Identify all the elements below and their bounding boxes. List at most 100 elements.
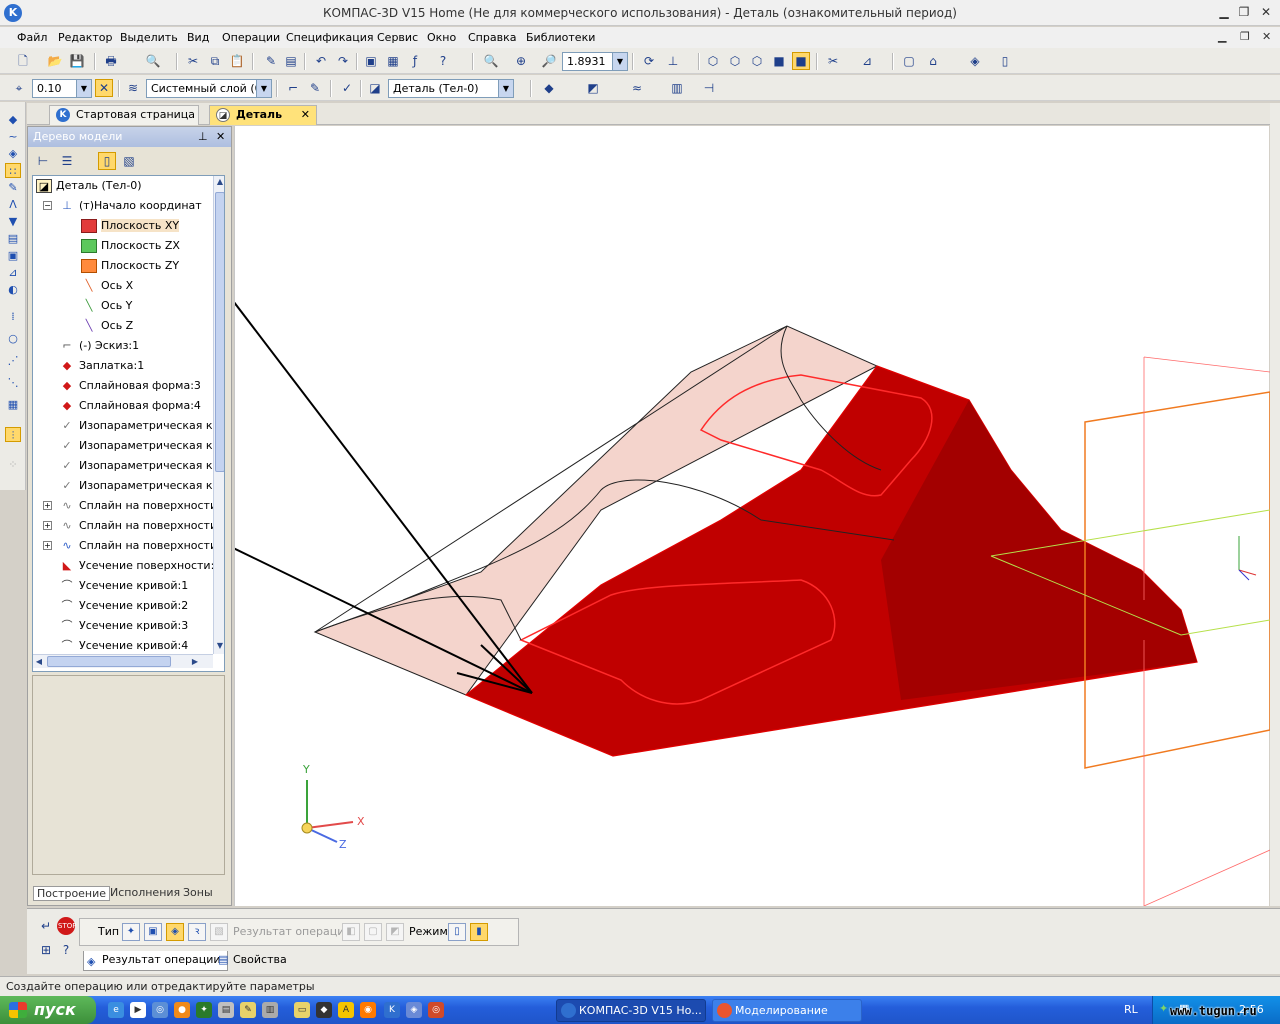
tab-properties[interactable]: ▤ Свойства bbox=[215, 951, 287, 971]
scroll-right-icon[interactable]: ▶ bbox=[189, 656, 201, 668]
media-icon[interactable]: ▶ bbox=[130, 1002, 146, 1018]
tree-list-icon[interactable]: ☰ bbox=[58, 152, 76, 170]
tool-icon[interactable]: ✦ bbox=[196, 1002, 212, 1018]
tree-item[interactable]: ╲ Ось Z bbox=[81, 316, 134, 336]
tab-executions[interactable]: Исполнения bbox=[110, 886, 180, 899]
zoom-all-icon[interactable]: ⊕ bbox=[512, 52, 530, 70]
color-icon[interactable]: ◆ bbox=[540, 79, 558, 97]
shaded-icon[interactable]: ◈ bbox=[966, 52, 984, 70]
sheet-metal-icon[interactable]: ◐ bbox=[5, 282, 21, 297]
menu-specification[interactable]: Спецификация bbox=[286, 31, 373, 44]
pin-icon[interactable]: ⊥ bbox=[198, 130, 208, 143]
measure-icon[interactable]: Λ bbox=[5, 197, 21, 212]
aux-geometry-icon[interactable]: ✎ bbox=[5, 180, 21, 195]
thin-lines-icon[interactable]: ⬡ bbox=[748, 52, 766, 70]
mode-2-icon[interactable]: ▮ bbox=[470, 923, 488, 941]
pattern-points-icon[interactable]: ⋱ bbox=[5, 375, 21, 390]
style-icon[interactable]: ≈ bbox=[628, 79, 646, 97]
fx-icon[interactable]: ƒ bbox=[406, 52, 424, 70]
model-tree-icon[interactable]: ▣ bbox=[362, 52, 380, 70]
chevron-down-icon[interactable]: ▼ bbox=[76, 80, 91, 97]
kompas-quick-icon[interactable]: K bbox=[384, 1002, 400, 1018]
tree-mode-icon[interactable]: ▯ bbox=[98, 152, 116, 170]
menu-editor[interactable]: Редактор bbox=[58, 31, 113, 44]
cut-icon[interactable]: ✂ bbox=[184, 52, 202, 70]
tab-construction[interactable]: Построение bbox=[33, 886, 111, 901]
expand-icon[interactable]: + bbox=[43, 521, 52, 530]
type-disabled-icon[interactable]: ▧ bbox=[210, 923, 228, 941]
scroll-thumb[interactable] bbox=[47, 656, 171, 667]
tab-zones[interactable]: Зоны bbox=[183, 886, 213, 899]
close-icon[interactable]: ✕ bbox=[216, 130, 225, 143]
avast-icon[interactable]: A bbox=[338, 1002, 354, 1018]
scroll-left-icon[interactable]: ◀ bbox=[33, 656, 45, 668]
tree-item[interactable]: ◆ Сплайновая форма:3 bbox=[59, 376, 201, 396]
minimize-icon[interactable]: ▁ bbox=[1216, 5, 1232, 21]
auto-create-icon[interactable]: ⊞ bbox=[37, 941, 55, 959]
cube-yellow-icon[interactable]: ▢ bbox=[900, 52, 918, 70]
chevron-down-icon[interactable]: ▼ bbox=[256, 80, 271, 97]
redo-icon[interactable]: ↷ bbox=[334, 52, 352, 70]
mdi-restore-icon[interactable]: ❐ bbox=[1240, 30, 1250, 43]
tree-item[interactable]: ✓ Изопараметрическая кр bbox=[59, 416, 219, 436]
house-icon[interactable]: ⌂ bbox=[924, 52, 942, 70]
zoom-scale-icon[interactable]: 🔎 bbox=[540, 52, 558, 70]
mode-1-icon[interactable]: ▯ bbox=[448, 923, 466, 941]
halftone-edges-icon[interactable]: ■ bbox=[792, 52, 810, 70]
tree-item[interactable]: ✓ Изопараметрическая кр bbox=[59, 456, 219, 476]
menu-libraries[interactable]: Библиотеки bbox=[526, 31, 595, 44]
tab-start-page[interactable]: K Стартовая страница bbox=[49, 105, 199, 125]
section-icon[interactable]: ✂ bbox=[824, 52, 842, 70]
mdi-close-icon[interactable]: ✕ bbox=[1262, 30, 1271, 43]
tree-item[interactable]: ⌒ Усечение кривой:3 bbox=[59, 616, 189, 636]
tray-app-icon[interactable]: ✦ bbox=[1159, 1002, 1168, 1015]
layer-combo[interactable]: Системный слой (0) ▼ bbox=[146, 79, 272, 98]
menu-help[interactable]: Справка bbox=[468, 31, 516, 44]
tree-item[interactable]: ◪ Деталь (Тел-0) bbox=[36, 176, 142, 196]
tree-vertical-scrollbar[interactable]: ▲ ▼ bbox=[213, 176, 224, 654]
arrays-icon[interactable]: ∷ bbox=[5, 163, 21, 178]
tree-item[interactable]: Плоскость XY bbox=[81, 216, 180, 236]
preview-icon[interactable]: 🔍 bbox=[144, 52, 162, 70]
tree-item[interactable]: ∿ Сплайн на поверхности bbox=[59, 496, 217, 516]
model-canvas[interactable]: Y X Z bbox=[18, 126, 1271, 919]
pattern-grid-icon[interactable]: ⁞ bbox=[5, 309, 21, 324]
tree-item[interactable]: ╲ Ось X bbox=[81, 276, 134, 296]
chrome-icon[interactable]: ◎ bbox=[428, 1002, 444, 1018]
tab-part[interactable]: ◪ Деталь ✕ bbox=[209, 105, 317, 125]
tree-item[interactable]: Плоскость ZX bbox=[81, 236, 180, 256]
orientation-icon[interactable]: ⊥ bbox=[664, 52, 682, 70]
result-1-icon[interactable]: ◧ bbox=[342, 923, 360, 941]
menu-view[interactable]: Вид bbox=[187, 31, 209, 44]
paste-icon[interactable]: 📋 bbox=[228, 52, 246, 70]
body-combo[interactable]: Деталь (Тел-0) ▼ bbox=[388, 79, 514, 98]
snap-icon[interactable]: ⌖ bbox=[10, 79, 28, 97]
scroll-thumb[interactable] bbox=[215, 192, 224, 472]
tree-horizontal-scrollbar[interactable]: ◀ ▶ bbox=[33, 654, 213, 668]
filter-left-icon[interactable]: ▼ bbox=[5, 214, 21, 229]
tree-structure-icon[interactable]: ⊢ bbox=[34, 152, 52, 170]
tree-item[interactable]: ✓ Изопараметрическая кр bbox=[59, 436, 219, 456]
variables-icon[interactable]: ▦ bbox=[384, 52, 402, 70]
chevron-down-icon[interactable]: ▼ bbox=[498, 80, 513, 97]
menu-select[interactable]: Выделить bbox=[120, 31, 178, 44]
material-icon[interactable]: ◩ bbox=[584, 79, 602, 97]
curves-icon[interactable]: ~ bbox=[5, 129, 21, 144]
step-combo[interactable]: 0.10 ▼ bbox=[32, 79, 92, 98]
pattern-curve-icon[interactable]: ⋰ bbox=[5, 353, 21, 368]
doc-icon[interactable]: ▤ bbox=[218, 1002, 234, 1018]
mdi-minimize-icon[interactable]: ▁ bbox=[1218, 30, 1226, 43]
close-tab-icon[interactable]: ✕ bbox=[301, 106, 310, 124]
tree-item[interactable]: ∿ Сплайн на поверхности bbox=[59, 516, 217, 536]
tree-item[interactable]: ◣ Усечение поверхности: bbox=[59, 556, 215, 576]
tree-item[interactable]: ⊥ (т)Начало координат bbox=[59, 196, 201, 216]
tree-item[interactable]: ◆ Сплайновая форма:4 bbox=[59, 396, 201, 416]
scroll-up-icon[interactable]: ▲ bbox=[214, 176, 224, 188]
expand-icon[interactable]: + bbox=[43, 541, 52, 550]
undo-icon[interactable]: ↶ bbox=[312, 52, 330, 70]
disabled-tool-icon[interactable]: ▥ bbox=[668, 79, 686, 97]
blender-icon[interactable]: ◉ bbox=[360, 1002, 376, 1018]
restore-icon[interactable]: ❐ bbox=[1236, 5, 1252, 21]
close-icon[interactable]: ✕ bbox=[1258, 5, 1274, 21]
stop-icon[interactable]: STOP bbox=[57, 917, 76, 935]
